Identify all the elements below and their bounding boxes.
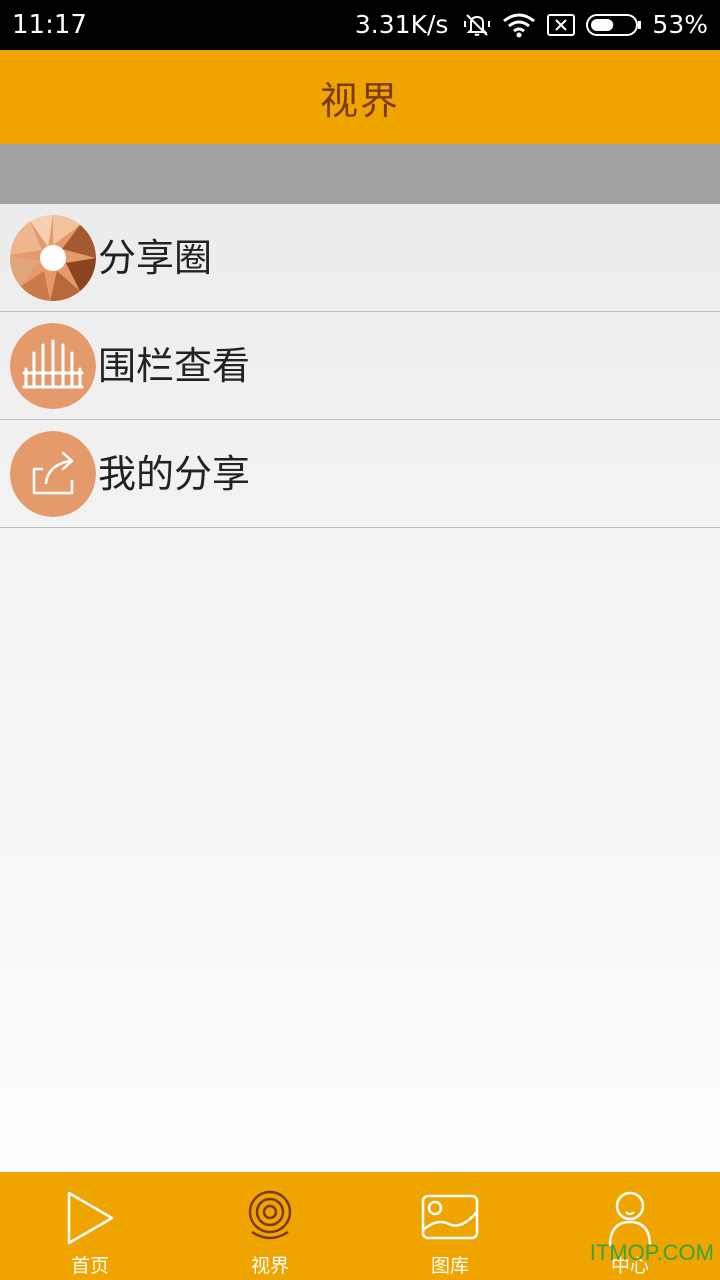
status-icons: 3.31K/s 53% — [355, 10, 708, 40]
battery-percent: 53% — [652, 10, 708, 39]
menu-item-share-circle[interactable]: 分享圈 — [0, 204, 720, 312]
battery-icon — [586, 14, 642, 36]
menu-item-label: 围栏查看 — [98, 344, 251, 388]
menu-item-label: 分享圈 — [98, 236, 213, 280]
tab-label: 首页 — [70, 1255, 109, 1277]
camera-icon — [248, 1190, 292, 1240]
tab-vision[interactable]: 视界 — [180, 1172, 360, 1280]
tab-label: 图库 — [430, 1255, 469, 1277]
tab-gallery[interactable]: 图库 — [360, 1172, 540, 1280]
play-icon — [67, 1191, 114, 1245]
banner-area — [0, 144, 720, 204]
status-time: 11:17 — [12, 10, 87, 40]
menu-item-fence-view[interactable]: 围栏查看 — [0, 312, 720, 420]
fence-icon — [10, 323, 96, 409]
wifi-icon — [503, 13, 536, 38]
share-icon — [10, 431, 96, 517]
menu-item-label: 我的分享 — [98, 452, 251, 496]
tab-home[interactable]: 首页 — [0, 1172, 180, 1280]
mute-icon — [464, 14, 491, 36]
tab-label: 视界 — [250, 1255, 289, 1277]
app-header: 视界 — [0, 50, 720, 144]
no-sim-icon — [547, 14, 576, 36]
menu-list: 分享圈 围栏查看 我的分享 — [0, 204, 720, 1172]
watermark: ITMOP.COM — [589, 1240, 714, 1265]
net-speed: 3.31K/s — [354, 10, 449, 39]
gallery-icon — [421, 1194, 479, 1240]
page-title: 视界 — [319, 78, 400, 123]
aperture-icon — [10, 215, 96, 301]
menu-item-my-share[interactable]: 我的分享 — [0, 420, 720, 528]
status-bar: 11:17 3.31K/s 53% — [0, 0, 720, 50]
